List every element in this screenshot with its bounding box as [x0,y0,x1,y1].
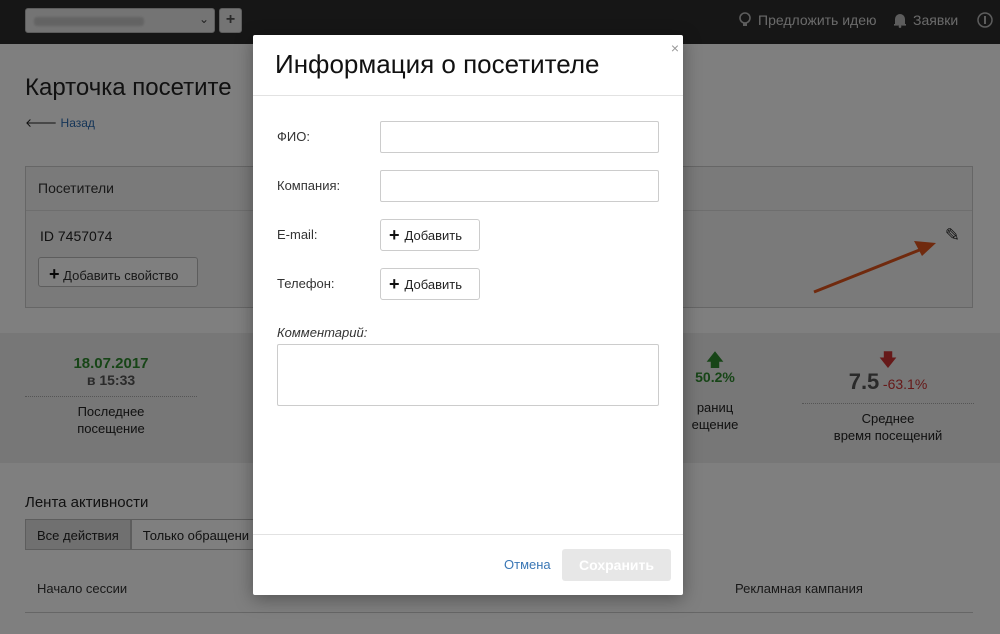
close-icon[interactable]: × [671,40,679,56]
name-field[interactable] [380,121,659,153]
modal-footer-divider [253,534,683,535]
name-label: ФИО: [277,129,310,144]
company-field[interactable] [380,170,659,202]
company-label: Компания: [277,178,341,193]
plus-icon: + [389,274,400,294]
add-email-label: Добавить [404,227,462,243]
cancel-button[interactable]: Отмена [504,557,551,572]
comment-textarea[interactable] [277,344,659,406]
plus-icon: + [389,225,400,245]
modal-header-divider [253,95,683,96]
email-label: E-mail: [277,227,318,242]
visitor-info-modal: × Информация о посетителе ФИО: Компания:… [253,35,683,595]
add-phone-label: Добавить [404,276,462,292]
phone-label: Телефон: [277,276,335,291]
comment-label: Комментарий: [277,325,368,340]
save-button[interactable]: Сохранить [562,549,671,581]
modal-title: Информация о посетителе [275,49,600,79]
add-phone-button[interactable]: + Добавить [380,268,480,300]
add-email-button[interactable]: + Добавить [380,219,480,251]
